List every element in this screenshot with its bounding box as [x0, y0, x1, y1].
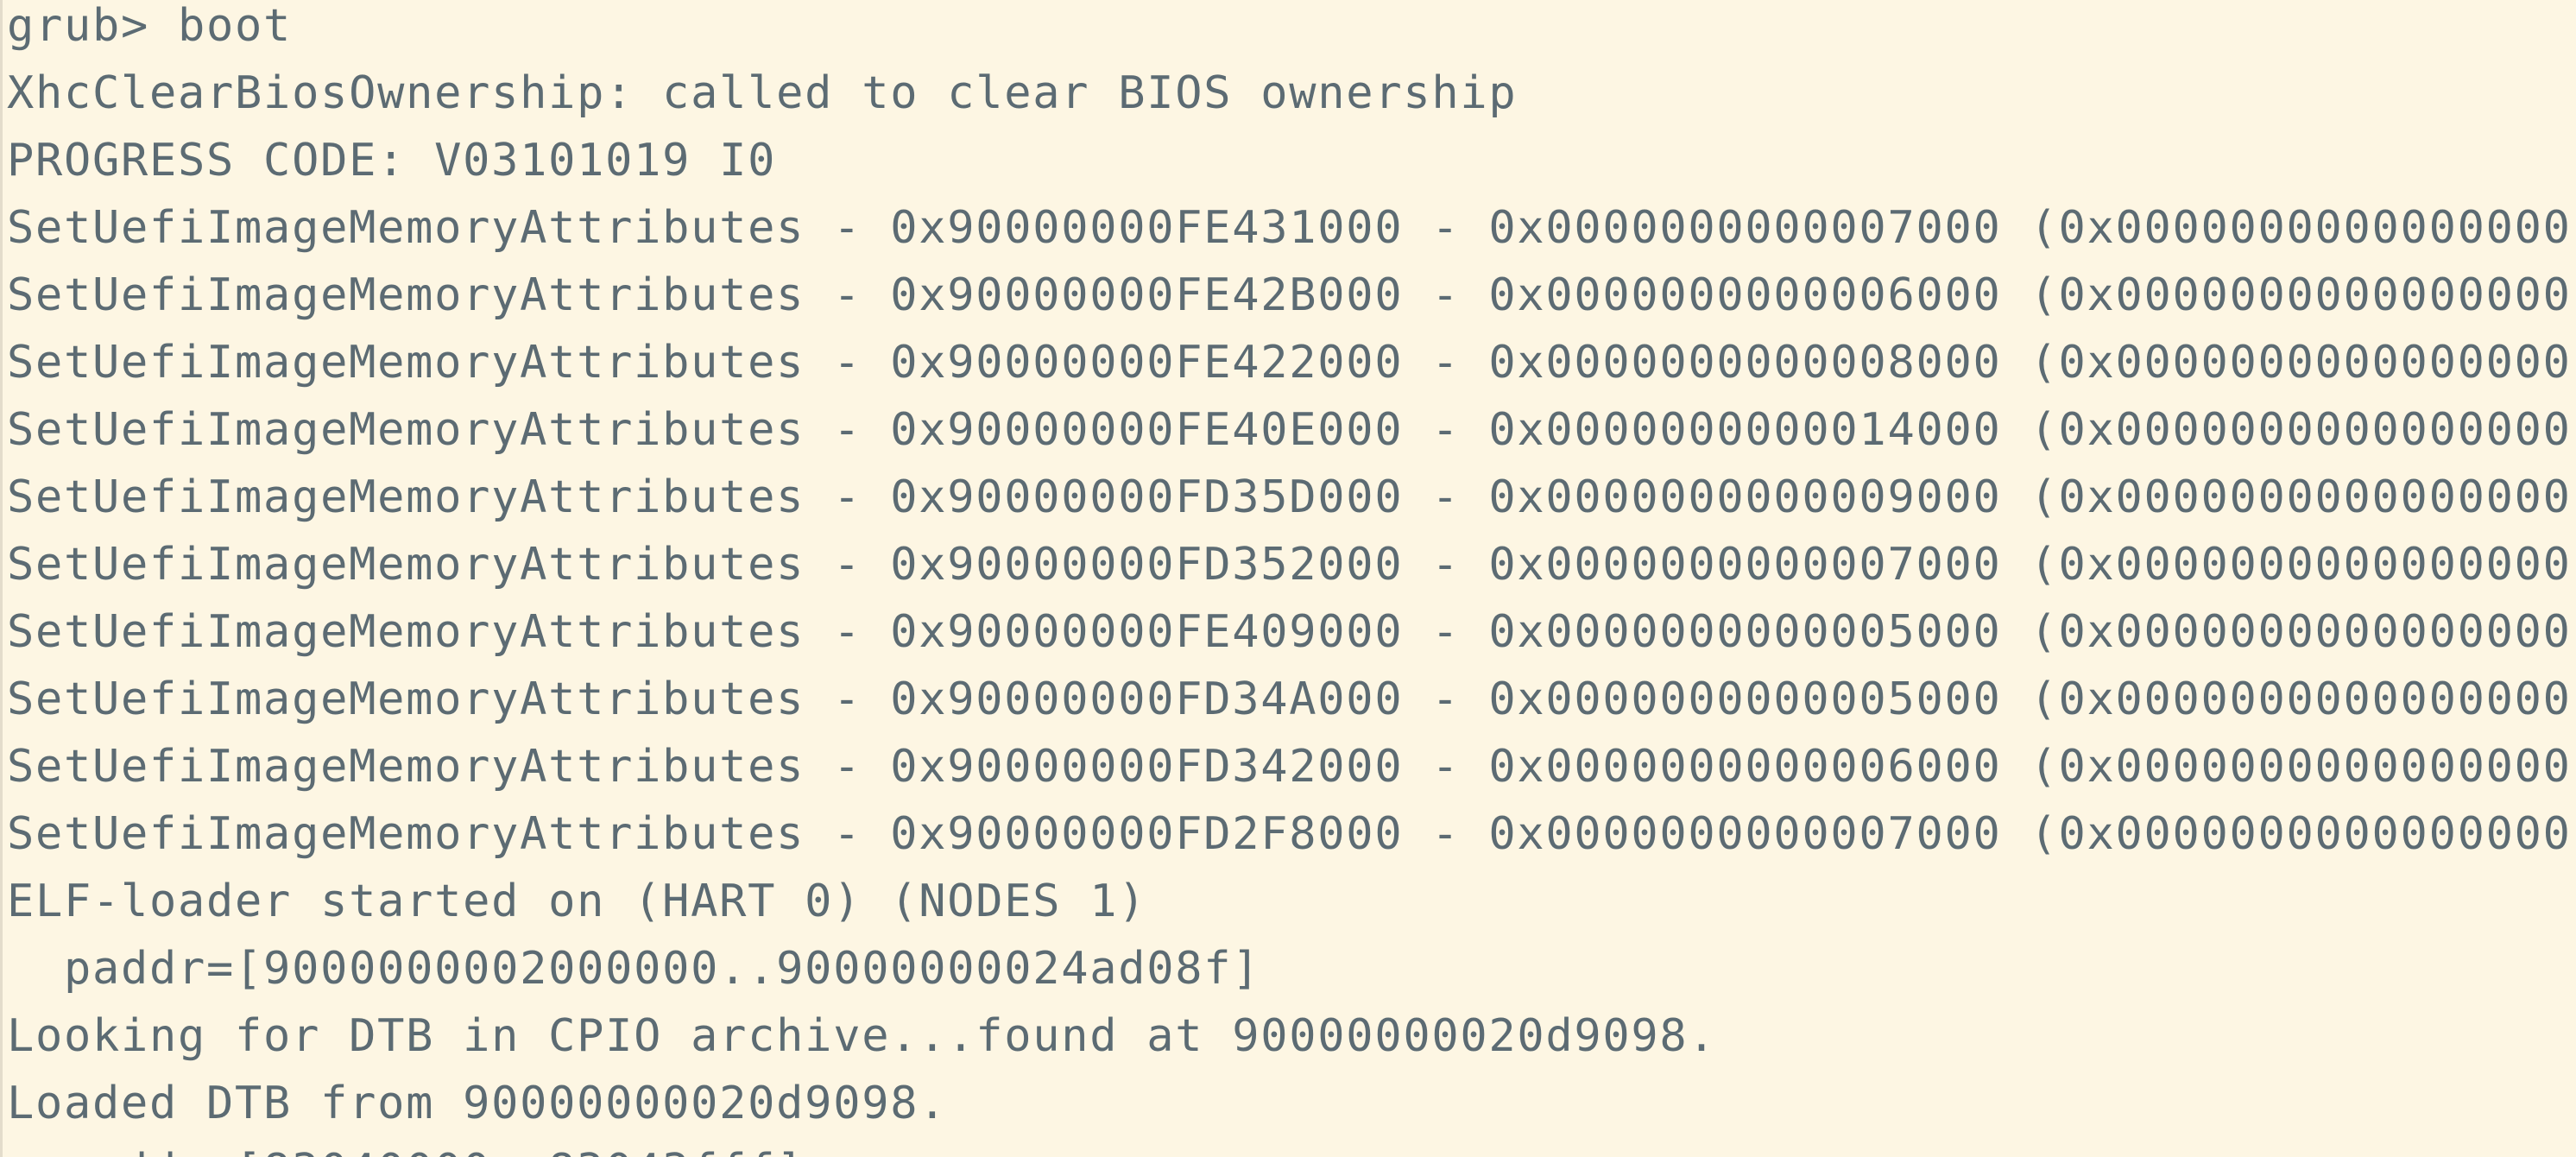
terminal-window[interactable]: grub> boot XhcClearBiosOwnership: called…: [0, 0, 2576, 1157]
terminal-line: SetUefiImageMemoryAttributes - 0x9000000…: [7, 741, 2576, 793]
terminal-line: XhcClearBiosOwnership: called to clear B…: [7, 67, 1518, 119]
terminal-line: ELF-loader started on (HART 0) (NODES 1): [7, 876, 1147, 927]
terminal-line: SetUefiImageMemoryAttributes - 0x9000000…: [7, 202, 2576, 254]
terminal-line: SetUefiImageMemoryAttributes - 0x9000000…: [7, 808, 2576, 860]
terminal-line: paddr=[83040000..83043fff]: [7, 1145, 2576, 1157]
terminal-line: SetUefiImageMemoryAttributes - 0x9000000…: [7, 673, 2576, 725]
terminal-line: SetUefiImageMemoryAttributes - 0x9000000…: [7, 471, 2576, 523]
terminal-line: SetUefiImageMemoryAttributes - 0x9000000…: [7, 404, 2576, 456]
terminal-line: PROGRESS CODE: V03101019 I0: [7, 135, 777, 187]
terminal-line: Looking for DTB in CPIO archive...found …: [7, 1010, 1717, 1062]
terminal-line: SetUefiImageMemoryAttributes - 0x9000000…: [7, 269, 2576, 321]
terminal-output: grub> boot XhcClearBiosOwnership: called…: [7, 0, 2576, 1157]
terminal-line: paddr=[9000000002000000..90000000024ad08…: [7, 943, 1261, 995]
terminal-line: SetUefiImageMemoryAttributes - 0x9000000…: [7, 539, 2576, 591]
terminal-line-prompt: grub> boot: [7, 0, 293, 52]
left-border: [0, 0, 3, 1157]
terminal-line: Loaded DTB from 90000000020d9098.: [7, 1078, 948, 1129]
terminal-line: SetUefiImageMemoryAttributes - 0x9000000…: [7, 337, 2576, 389]
terminal-line: SetUefiImageMemoryAttributes - 0x9000000…: [7, 606, 2576, 658]
